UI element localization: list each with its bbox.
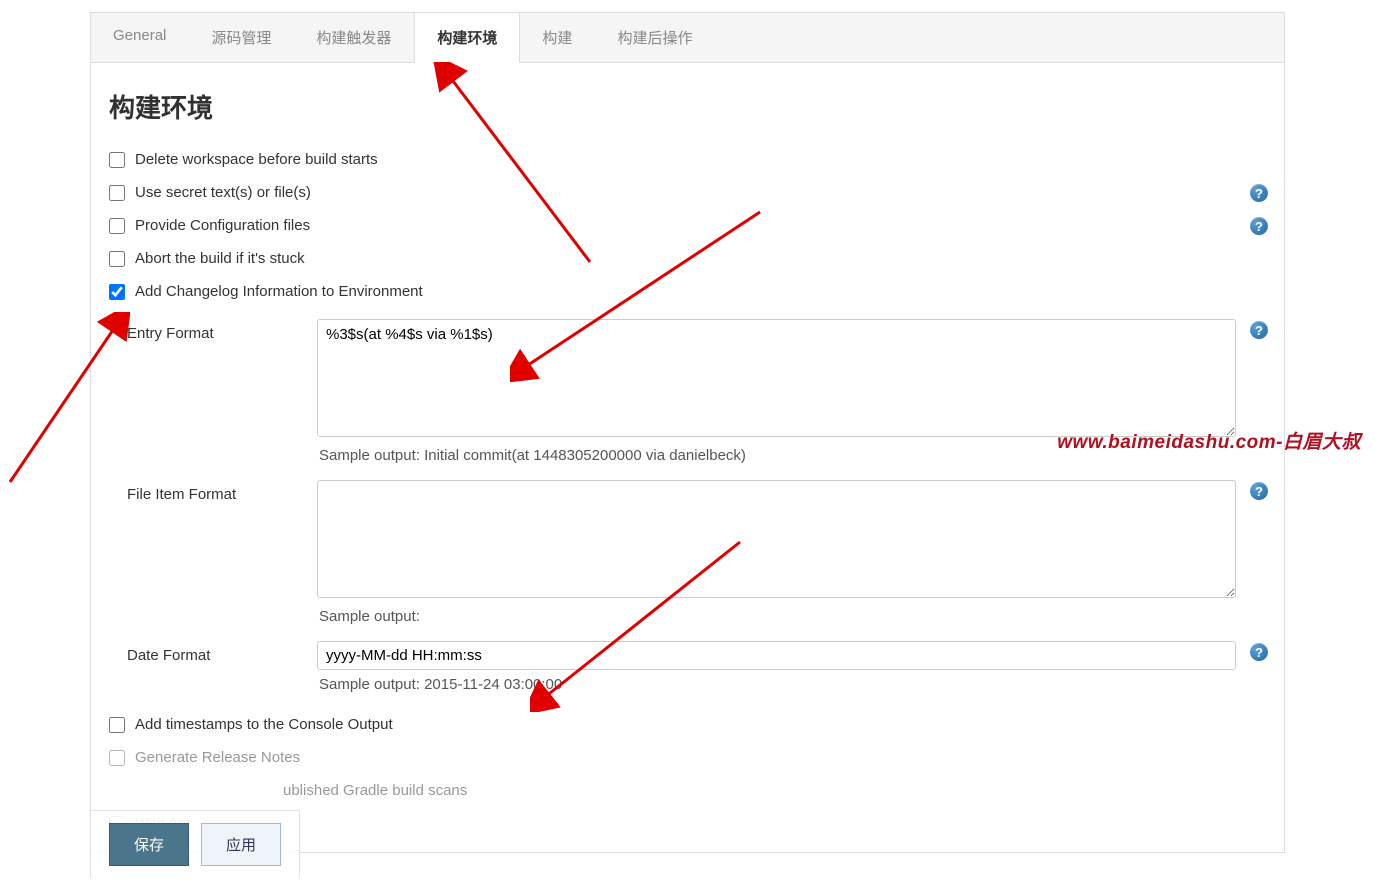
label-gradle-scans: ublished Gradle build scans <box>283 782 467 799</box>
checkbox-provide-config[interactable] <box>109 218 125 234</box>
help-icon[interactable]: ? <box>1250 321 1268 339</box>
sample-date-format: Sample output: 2015-11-24 03:00:00 <box>317 670 1236 697</box>
label-add-timestamps: Add timestamps to the Console Output <box>135 716 393 733</box>
tab-build-env[interactable]: 构建环境 <box>414 13 520 63</box>
tab-bar: General 源码管理 构建触发器 构建环境 构建 构建后操作 <box>91 13 1284 63</box>
checkbox-use-secret[interactable] <box>109 185 125 201</box>
section-title: 构建环境 <box>91 63 1284 143</box>
option-gradle-scans: ublished Gradle build scans <box>103 774 1272 807</box>
label-generate-release: Generate Release Notes <box>135 749 300 766</box>
label-entry-format: Entry Format <box>127 319 317 342</box>
help-icon[interactable]: ? <box>1250 184 1268 202</box>
label-add-changelog: Add Changelog Information to Environment <box>135 283 423 300</box>
row-date-format: Date Format Sample output: 2015-11-24 03… <box>127 635 1272 703</box>
options-area: Delete workspace before build starts Use… <box>91 143 1284 852</box>
option-provide-config: Provide Configuration files ? <box>103 209 1272 242</box>
label-provide-config: Provide Configuration files <box>135 217 310 234</box>
checkbox-add-changelog[interactable] <box>109 284 125 300</box>
tab-triggers[interactable]: 构建触发器 <box>294 13 414 62</box>
input-date-format[interactable] <box>317 641 1236 670</box>
option-add-timestamps: Add timestamps to the Console Output <box>103 708 1272 741</box>
tab-general[interactable]: General <box>91 13 189 62</box>
checkbox-abort-stuck[interactable] <box>109 251 125 267</box>
watermark-text: www.baimeidashu.com-白眉大叔 <box>1057 427 1361 454</box>
checkbox-delete-workspace[interactable] <box>109 152 125 168</box>
tab-post-build[interactable]: 构建后操作 <box>595 13 715 62</box>
label-delete-workspace: Delete workspace before build starts <box>135 151 378 168</box>
changelog-subsection: Entry Format Sample output: Initial comm… <box>103 308 1272 708</box>
option-add-changelog: Add Changelog Information to Environment <box>103 275 1272 308</box>
textarea-file-item-format[interactable] <box>317 480 1236 598</box>
tab-scm[interactable]: 源码管理 <box>189 13 294 62</box>
help-icon[interactable]: ? <box>1250 217 1268 235</box>
textarea-entry-format[interactable] <box>317 319 1236 437</box>
label-file-item-format: File Item Format <box>127 480 317 503</box>
option-abort-stuck: Abort the build if it's stuck <box>103 242 1272 275</box>
help-icon[interactable]: ? <box>1250 482 1268 500</box>
button-bar: 保存 应用 <box>90 810 300 878</box>
save-button[interactable]: 保存 <box>109 823 189 866</box>
option-generate-release: Generate Release Notes <box>103 741 1272 774</box>
row-file-item-format: File Item Format Sample output: ? <box>127 474 1272 635</box>
checkbox-add-timestamps[interactable] <box>109 717 125 733</box>
option-use-secret: Use secret text(s) or file(s) ? <box>103 176 1272 209</box>
help-icon[interactable]: ? <box>1250 643 1268 661</box>
label-abort-stuck: Abort the build if it's stuck <box>135 250 305 267</box>
tab-build[interactable]: 构建 <box>520 13 595 62</box>
checkbox-generate-release[interactable] <box>109 750 125 766</box>
label-date-format: Date Format <box>127 641 317 664</box>
label-use-secret: Use secret text(s) or file(s) <box>135 184 311 201</box>
apply-button[interactable]: 应用 <box>201 823 281 866</box>
option-delete-workspace: Delete workspace before build starts <box>103 143 1272 176</box>
sample-file-item-format: Sample output: <box>317 602 1236 629</box>
